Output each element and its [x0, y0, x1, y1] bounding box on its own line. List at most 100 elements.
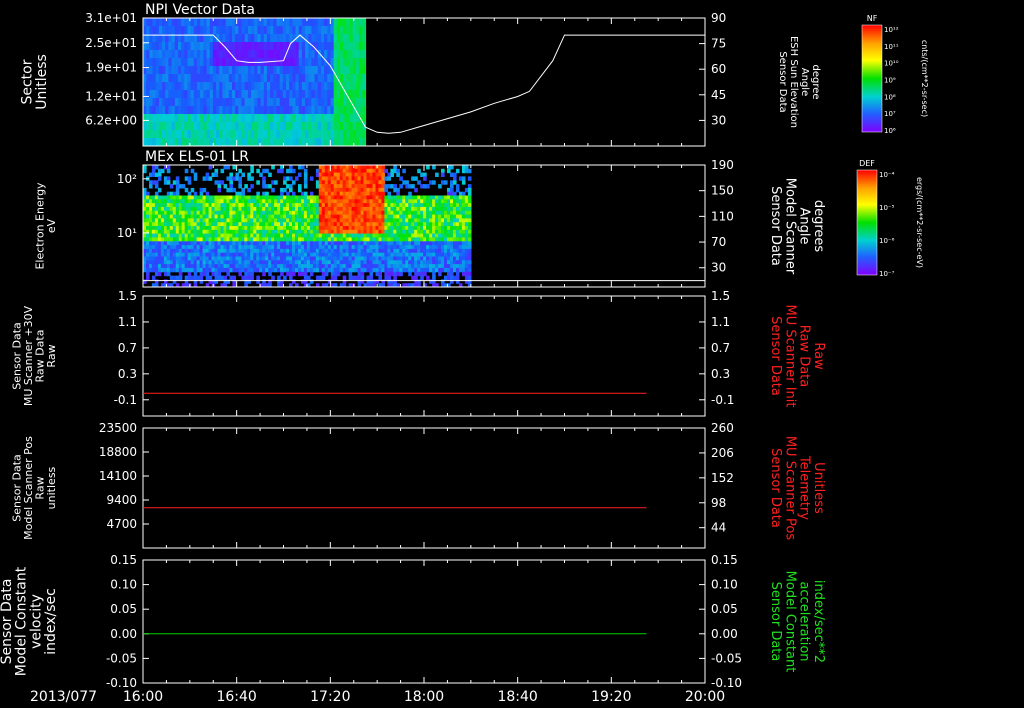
- heatmap-cell: [241, 172, 245, 177]
- heatmap-cell: [342, 275, 347, 280]
- heatmap-cell: [229, 184, 233, 189]
- right-tick-label: 0.15: [711, 553, 738, 567]
- heatmap-cell: [467, 256, 472, 261]
- left-tick-label: -0.10: [106, 676, 137, 690]
- heatmap-cell: [268, 172, 272, 177]
- heatmap-cell: [187, 271, 192, 277]
- heatmap-cell: [250, 271, 254, 277]
- time-tick-label: 18:40: [497, 689, 537, 705]
- heatmap-cell: [384, 168, 388, 174]
- heatmap-cell: [143, 168, 147, 174]
- heatmap-cell: [426, 184, 430, 189]
- sensor-data-plot: 3.1e+01 2.5e+01 1.9e+01 1.2e+01 6.2e+00 90 75 6…: [0, 2, 929, 705]
- heatmap-cell: [187, 180, 192, 185]
- heatmap-cell: [175, 176, 180, 181]
- heatmap-cell: [250, 184, 254, 189]
- sector-spectrogram: [143, 18, 367, 146]
- heatmap-cell: [467, 233, 472, 238]
- right-tick-label: 1.5: [711, 289, 730, 303]
- heatmap-cell: [327, 279, 332, 284]
- heatmap-cell: [208, 176, 213, 181]
- time-tick-label: 19:20: [591, 689, 631, 705]
- heatmap-cell: [333, 275, 338, 280]
- right-tick-label: 30: [711, 113, 726, 127]
- panel-5: 0.15 0.10 0.05 0.00 -0.05 -0.10 0.15 0.10 0.05 0.…: [0, 553, 826, 690]
- heatmap-cell: [432, 165, 436, 170]
- panel-1: 3.1e+01 2.5e+01 1.9e+01 1.2e+01 6.2e+00 90 75 6…: [19, 2, 821, 147]
- right-axis-label: Sensor Data: [768, 316, 783, 396]
- heatmap-cell: [467, 203, 472, 208]
- right-tick-label: 90: [711, 11, 726, 25]
- left-tick-label: 23500: [99, 421, 137, 435]
- right-tick-label: 98: [711, 496, 726, 510]
- heatmap-cell: [414, 275, 418, 280]
- colorbar-units: cnts/(cm**2-sr-sec): [920, 40, 929, 117]
- plot-frame: [142, 559, 706, 684]
- heatmap-cell: [453, 176, 457, 181]
- heatmap-cell: [414, 176, 418, 181]
- heatmap-cell: [414, 187, 418, 193]
- heatmap-cell: [447, 168, 451, 174]
- heatmap-cell: [467, 191, 472, 197]
- right-axis-label: ESH Sun Elevation: [788, 36, 799, 128]
- heatmap-cell: [303, 176, 308, 181]
- right-tick-label: 70: [711, 235, 726, 249]
- right-tick-label: 0.10: [711, 578, 738, 592]
- heatmap-cell: [244, 184, 248, 189]
- heatmap-cell: [378, 271, 382, 277]
- colorbar-gradient: [861, 24, 883, 133]
- heatmap-cell: [450, 271, 454, 277]
- heatmap-cell: [154, 180, 159, 185]
- heatmap-cell: [217, 184, 222, 189]
- heatmap-cell: [467, 237, 472, 242]
- heatmap-cell: [271, 275, 275, 280]
- heatmap-cell: [217, 187, 222, 193]
- heatmap-cell: [268, 271, 272, 277]
- heatmap-cell: [399, 271, 403, 277]
- heatmap-cell: [256, 279, 260, 284]
- heatmap-cell: [226, 271, 230, 277]
- heatmap-cell: [417, 180, 421, 185]
- right-tick-label: 60: [711, 62, 726, 76]
- colorbar-title: NF: [867, 14, 878, 23]
- heatmap-cell: [292, 271, 296, 277]
- right-tick-label: 260: [711, 421, 734, 435]
- heatmap-cell: [362, 26, 367, 35]
- heatmap-cell: [187, 191, 192, 197]
- heatmap-cell: [444, 180, 448, 185]
- colorbar-tick-label: 10¹¹: [884, 43, 899, 51]
- heatmap-cell: [205, 271, 210, 277]
- heatmap-cell: [154, 165, 159, 170]
- left-tick-label: 4700: [106, 517, 137, 531]
- heatmap-cell: [467, 218, 472, 223]
- heatmap-cell: [280, 191, 284, 197]
- heatmap-cell: [393, 275, 397, 280]
- plot-frame: [142, 427, 706, 549]
- heatmap-cell: [301, 165, 305, 170]
- heatmap-cell: [467, 206, 472, 212]
- heatmap-cell: [455, 275, 460, 280]
- left-tick-label: 0.10: [110, 578, 137, 592]
- heatmap-cell: [396, 172, 400, 177]
- heatmap-cell: [205, 172, 210, 177]
- heatmap-cell: [362, 90, 367, 99]
- heatmap-cell: [220, 168, 225, 174]
- right-tick-label: 75: [711, 37, 726, 51]
- colorbar-title: DEF: [859, 159, 875, 168]
- heatmap-cell: [146, 271, 150, 277]
- right-axis-label: degrees: [811, 200, 826, 253]
- right-tick-label: -0.05: [711, 651, 742, 665]
- right-tick-label: 45: [711, 88, 726, 102]
- heatmap-cell: [467, 260, 472, 265]
- heatmap-cell: [157, 187, 162, 193]
- heatmap-cell: [375, 279, 380, 284]
- heatmap-cell: [342, 279, 347, 284]
- heatmap-cell: [190, 168, 195, 174]
- heatmap-cell: [238, 176, 242, 181]
- left-axis-label: Model Constant: [14, 566, 30, 676]
- right-tick-label: 0.7: [711, 341, 730, 355]
- heatmap-cell: [303, 279, 308, 284]
- heatmap-cell: [369, 271, 374, 277]
- heatmap-cell: [417, 279, 421, 284]
- heatmap-cell: [226, 279, 230, 284]
